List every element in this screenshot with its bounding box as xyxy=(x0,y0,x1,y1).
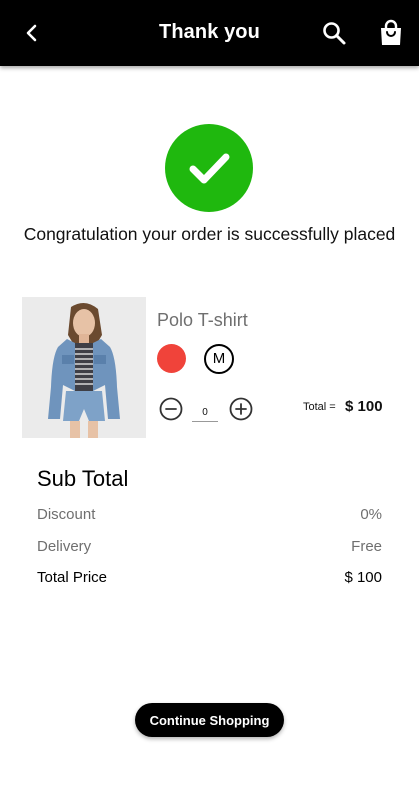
product-name: Polo T-shirt xyxy=(157,310,248,330)
discount-label: Discount xyxy=(37,506,96,523)
discount-value: 0% xyxy=(360,506,382,523)
checkmark-icon xyxy=(189,153,230,184)
total-price-label: Total Price xyxy=(37,569,108,586)
item-total-value: $ 100 xyxy=(345,398,383,415)
subtotal-heading: Sub Total xyxy=(37,466,129,491)
continue-shopping-button[interactable]: Continue Shopping xyxy=(135,703,284,737)
delivery-value: Free xyxy=(351,538,382,555)
size-chip[interactable]: M xyxy=(204,344,234,374)
app-bar: Thank you xyxy=(0,0,419,66)
item-total-label: Total = xyxy=(303,401,336,413)
delivery-label: Delivery xyxy=(37,538,92,555)
shopping-bag-icon[interactable] xyxy=(378,19,404,47)
success-badge xyxy=(165,124,253,212)
quantity-input[interactable] xyxy=(192,404,218,422)
plus-circle-icon[interactable] xyxy=(229,397,253,421)
search-icon[interactable] xyxy=(321,20,347,46)
page-title: Thank you xyxy=(159,21,260,43)
product-image xyxy=(22,297,146,438)
color-swatch-red[interactable] xyxy=(157,344,186,373)
minus-circle-icon[interactable] xyxy=(159,397,183,421)
total-price-value: $ 100 xyxy=(344,569,382,586)
order-success-message: Congratulation your order is successfull… xyxy=(23,224,396,244)
